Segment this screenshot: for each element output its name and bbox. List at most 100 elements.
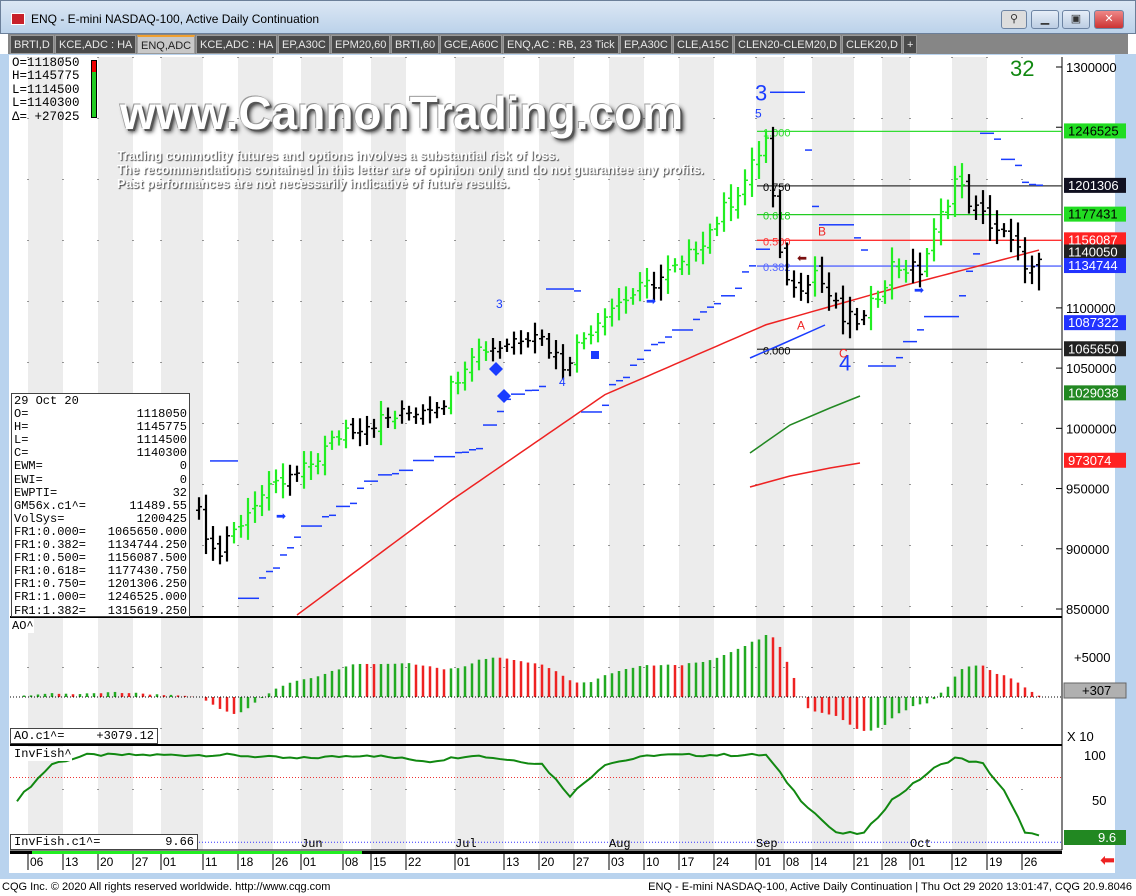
disclaimer-line: Trading commodity futures and options in…: [117, 149, 559, 163]
price-marker-label: 1246525: [1068, 123, 1119, 138]
ao-panel-title: AO^: [12, 619, 34, 633]
month-label: Oct: [910, 837, 932, 851]
price-bar: [854, 307, 860, 331]
info-value: 0: [179, 472, 187, 487]
price-bar: [441, 400, 447, 415]
invfish-panel-title: InvFish^: [14, 747, 72, 761]
price-bar: [420, 404, 426, 425]
date-label: 22: [408, 855, 422, 869]
bar-counter: 32: [1010, 56, 1035, 81]
status-info: ENQ - E-mini NASDAQ-100, Active Daily Co…: [648, 881, 1132, 893]
ohlc-header: O=1118050 H=1145775 L=1114500 L=1140300 …: [12, 56, 80, 124]
date-label: 10: [646, 855, 660, 869]
price-bar: [287, 464, 293, 496]
price-bar: [924, 248, 930, 278]
ohlc-change: Δ= +27025: [12, 109, 80, 124]
invfish-tick-label: 50: [1092, 793, 1106, 808]
date-label: 14: [814, 855, 828, 869]
price-bar: [574, 334, 580, 373]
ohlc-high: H=1145775: [12, 69, 80, 84]
price-marker-label: 1065650: [1068, 341, 1119, 356]
price-tick-label: 850000: [1066, 602, 1109, 617]
month-label: Aug: [609, 837, 631, 851]
date-label: 28: [884, 855, 898, 869]
ohlc-low: L=1114500: [12, 82, 80, 97]
price-bar: [1001, 223, 1007, 238]
price-bar: [1029, 255, 1035, 285]
price-bar: [658, 264, 664, 301]
price-bar: [665, 255, 671, 294]
invfish-readout: InvFish.c1^= 9.66: [10, 834, 198, 850]
price-bar: [994, 210, 1000, 245]
price-marker-label: 1134744: [1068, 258, 1118, 273]
price-tick-label: 1000000: [1066, 421, 1117, 436]
ao-readout-label: AO.c1^=: [14, 729, 65, 743]
price-bar: [791, 270, 797, 298]
arrow-right-icon: ➡: [914, 283, 924, 297]
price-marker-label: 1029038: [1068, 385, 1119, 400]
price-bar: [427, 396, 433, 424]
info-label: FR1:1.382=: [14, 603, 87, 618]
info-row: FR1:1.000= 1246525.000: [14, 591, 187, 604]
date-label: 11: [205, 855, 218, 869]
arrow-right-icon: ➡: [276, 509, 286, 523]
invfish-scale-note: X 10: [1067, 729, 1094, 744]
price-bar: [203, 494, 209, 555]
date-label: 19: [989, 855, 1003, 869]
price-bar: [588, 325, 594, 345]
info-label: EWM=: [14, 459, 43, 474]
info-row: EWPTI= 32: [14, 486, 187, 500]
arrow-right-icon: ➡: [646, 294, 656, 308]
date-label: 17: [681, 855, 695, 869]
price-bar: [364, 415, 370, 445]
price-bar: [343, 419, 349, 449]
fib-label: 0.750: [763, 182, 791, 194]
date-label: 26: [1024, 855, 1038, 869]
price-tick-label: 1050000: [1066, 361, 1117, 376]
info-value: 0: [179, 459, 187, 474]
info-label: GM56x.c1^=: [14, 498, 87, 513]
price-bar: [518, 330, 524, 355]
price-bar: [280, 463, 286, 499]
fib-label: 0.618: [763, 211, 791, 223]
date-label: 08: [786, 855, 800, 869]
watermark: www.CannonTrading.com: [120, 87, 684, 139]
info-label: FR1:1.000=: [14, 590, 87, 605]
wave-label: A: [797, 319, 805, 333]
info-label: EWI=: [14, 472, 43, 487]
invfish-last-value: 9.6: [1098, 830, 1116, 845]
info-label: VolSys=: [14, 511, 65, 526]
ao-last-value: +307: [1082, 683, 1111, 698]
date-label: 13: [506, 855, 520, 869]
date-label: 01: [303, 855, 317, 869]
price-marker-label: 1087322: [1068, 315, 1119, 330]
price-bar: [595, 312, 601, 343]
price-bar: [672, 258, 678, 273]
price-bar: [735, 187, 741, 219]
month-label: Sep: [756, 837, 778, 851]
month-label: Jun: [301, 837, 323, 851]
wave-label: B: [818, 225, 826, 239]
price-bar: [581, 332, 587, 350]
price-bar: [224, 526, 230, 562]
price-bar: [448, 375, 454, 415]
date-label: 21: [856, 855, 870, 869]
date-label: 24: [716, 855, 730, 869]
week-shade: [812, 57, 854, 850]
arrow-left-icon: ⬅: [797, 251, 807, 265]
price-bar: [728, 184, 734, 222]
invfish-readout-label: InvFish.c1^=: [14, 835, 101, 849]
price-bar: [210, 526, 216, 561]
price-bar: [798, 272, 804, 301]
scroll-to-end-arrow-icon[interactable]: ⬅: [1100, 850, 1115, 871]
price-bar: [511, 331, 517, 355]
price-tick-label: 1300000: [1066, 60, 1117, 75]
wave-label: 3: [496, 297, 503, 311]
date-label: 12: [954, 855, 968, 869]
wave-label: C: [839, 346, 848, 360]
date-label: 01: [758, 855, 772, 869]
disclaimer-line: Past performances are not necessarily in…: [117, 177, 510, 191]
price-bar: [350, 417, 356, 440]
info-value: 1200425: [136, 511, 187, 526]
price-bar: [406, 405, 412, 421]
